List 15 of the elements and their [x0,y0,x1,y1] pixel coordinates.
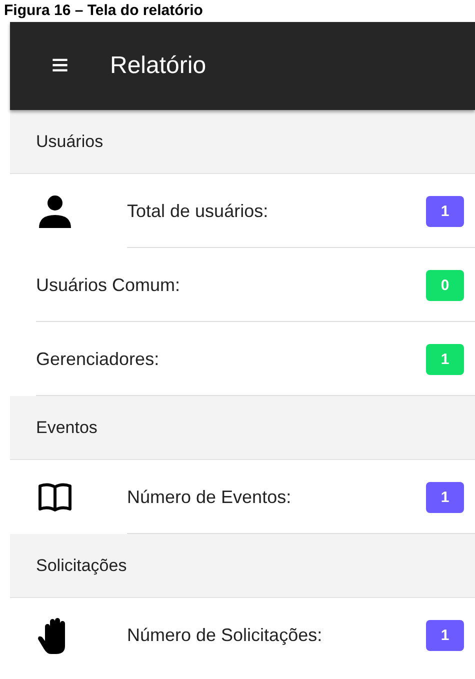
stat-label: Gerenciadores: [36,348,160,370]
stat-label: Número de Eventos: [127,486,292,508]
count-badge: 1 [426,620,464,650]
stat-label: Usuários Comum: [36,274,182,296]
count-badge: 0 [426,270,464,300]
count-badge: 1 [426,344,464,374]
count-badge: 1 [426,482,464,512]
stat-label: Número de Solicitações: [127,624,324,646]
section-header: Solicitações [10,534,475,598]
section-header: Usuários [10,110,475,174]
stat-label: Total de usuários: [127,200,270,222]
section-header: Eventos [10,396,475,460]
count-badge: 1 [426,196,464,226]
screen-title: Relatório [110,52,206,80]
figure-caption: Figura 16 – Tela do relatório [3,1,204,21]
